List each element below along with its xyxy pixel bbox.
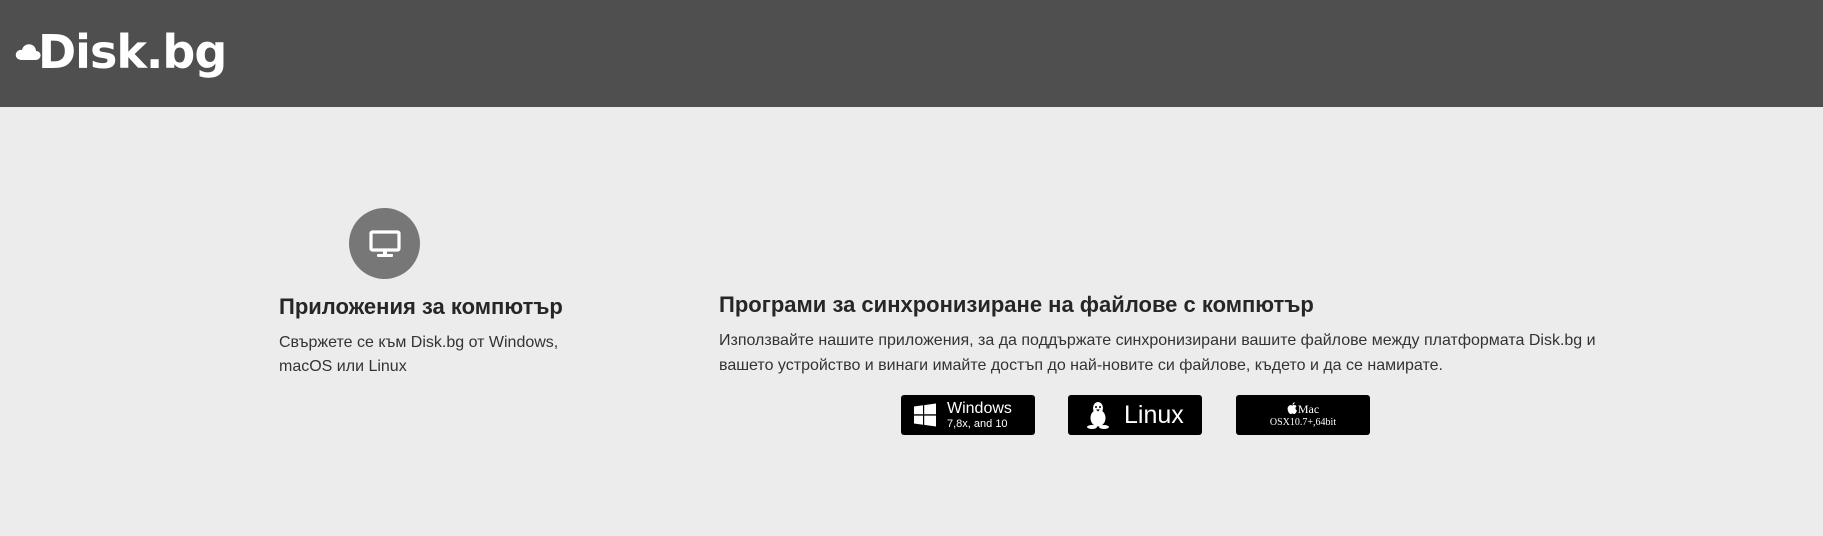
- windows-download-button[interactable]: Windows 7,8x, and 10: [901, 395, 1035, 435]
- mac-button-text: Mac OSX10.7+,64bit: [1270, 402, 1336, 428]
- app-section-title: Приложения за компютър: [279, 294, 563, 319]
- windows-button-text: Windows 7,8x, and 10: [947, 399, 1012, 430]
- mac-label: Mac: [1297, 401, 1320, 416]
- sync-section-description: Използвайте нашите приложения, за да под…: [719, 332, 1596, 374]
- monitor-icon-circle: [349, 208, 420, 279]
- windows-label: Windows: [947, 399, 1012, 417]
- sync-section-title: Програми за синхронизиране на файлове с …: [719, 292, 1314, 317]
- linux-label: Linux: [1124, 400, 1184, 429]
- monitor-icon: [368, 229, 401, 257]
- mac-download-button[interactable]: Mac OSX10.7+,64bit: [1236, 395, 1370, 435]
- linux-penguin-icon: [1087, 402, 1109, 429]
- windows-sublabel: 7,8x, and 10: [947, 417, 1008, 430]
- windows-icon: [914, 403, 936, 427]
- site-header: Disk.bg: [0, 0, 1823, 107]
- logo-text: Disk.bg: [38, 25, 227, 79]
- mac-sublabel: OSX10.7+,64bit: [1269, 417, 1337, 428]
- app-section-description: Свържете се към Disk.bg от Windows, macO…: [279, 334, 559, 375]
- site-logo[interactable]: Disk.bg: [14, 25, 227, 79]
- apple-icon: [1287, 402, 1297, 414]
- linux-download-button[interactable]: Linux: [1068, 395, 1202, 435]
